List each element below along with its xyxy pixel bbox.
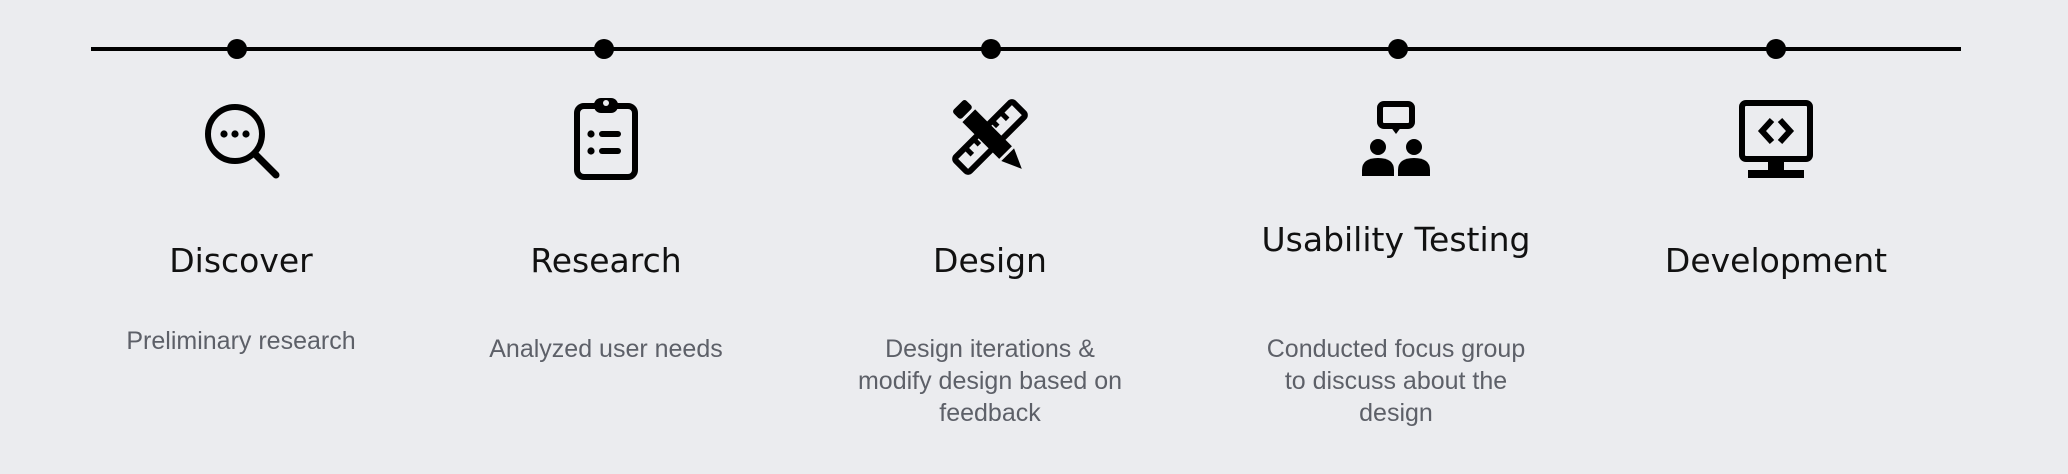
stage-description-research: Analyzed user needs [489, 335, 723, 363]
stage-description-design: Design iterations & modify design based … [857, 335, 1123, 427]
timeline-dot-discover [227, 39, 247, 59]
timeline-dot-research [594, 39, 614, 59]
timeline-dot-development [1766, 39, 1786, 59]
timeline-dot-design [981, 39, 1001, 59]
stage-title-design: Design [933, 241, 1047, 280]
timeline-line [91, 47, 1961, 51]
stage-title-usability-testing: Usability Testing [1261, 220, 1531, 259]
stage-title-research: Research [530, 241, 682, 280]
code-monitor-icon [1734, 92, 1818, 182]
stage-title-development: Development [1664, 241, 1888, 280]
timeline-dot-usability-testing [1388, 39, 1408, 59]
pencil-ruler-icon [948, 92, 1032, 182]
clipboard-list-icon [564, 92, 648, 182]
stage-title-discover: Discover [169, 241, 313, 280]
stage-description-discover: Preliminary research [126, 327, 356, 355]
magnifier-dots-icon [199, 92, 283, 182]
focus-group-icon [1354, 92, 1438, 182]
stage-description-usability-testing: Conducted focus group to discuss about t… [1266, 335, 1526, 427]
